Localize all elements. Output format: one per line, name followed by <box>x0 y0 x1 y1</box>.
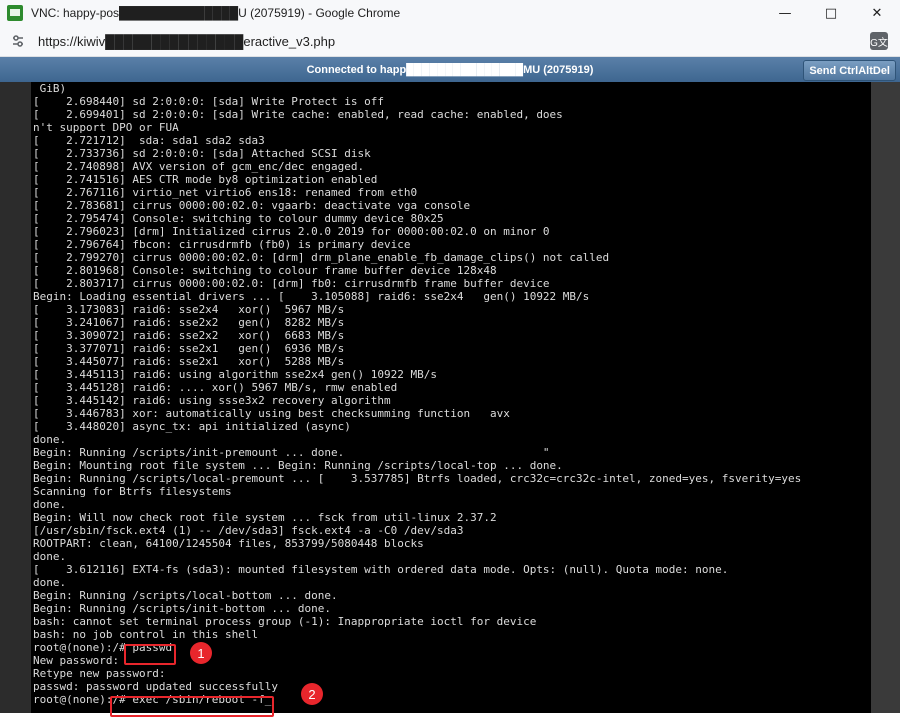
console-line: [ 3.446783] xor: automatically using bes… <box>33 407 510 420</box>
console-line: [ 3.445142] raid6: using ssse3x2 recover… <box>33 394 391 407</box>
callout-badge-1: 1 <box>190 642 212 664</box>
console-line: passwd: password updated successfully <box>33 680 279 693</box>
vnc-icon <box>7 5 23 21</box>
terminal-console[interactable]: GiB)[ 2.698440] sd 2:0:0:0: [sda] Write … <box>31 82 871 713</box>
console-line: Begin: Running /scripts/init-bottom ... … <box>33 602 332 615</box>
console-line: [ 2.799270] cirrus 0000:00:02.0: [drm] d… <box>33 251 610 264</box>
highlight-reboot-command <box>110 696 274 717</box>
close-button[interactable]: ✕ <box>854 0 900 26</box>
console-line: [ 3.377071] raid6: sse2x1 gen() 6936 MB/… <box>33 342 345 355</box>
console-line: Begin: Running /scripts/local-premount .… <box>33 472 802 485</box>
address-bar: https://kiwiv███████████████eractive_v3.… <box>0 26 900 57</box>
console-line: [ 2.803717] cirrus 0000:00:02.0: [drm] f… <box>33 277 550 290</box>
console-line: bash: no job control in this shell <box>33 628 259 641</box>
console-line: [ 3.173083] raid6: sse2x4 xor() 5967 MB/… <box>33 303 345 316</box>
send-ctrl-alt-del-button[interactable]: Send CtrlAltDel <box>803 60 896 81</box>
console-line: [ 2.699401] sd 2:0:0:0: [sda] Write cach… <box>33 108 563 121</box>
console-line: Begin: Will now check root file system .… <box>33 511 497 524</box>
console-line: Begin: Mounting root file system ... Beg… <box>33 459 563 472</box>
vnc-connection-status: Connected to happ███████████████MU (2075… <box>306 63 594 76</box>
console-line: [ 2.740898] AVX version of gcm_enc/dec e… <box>33 160 365 173</box>
console-line: [ 2.796023] [drm] Initialized cirrus 2.0… <box>33 225 550 238</box>
console-line: [ 2.698440] sd 2:0:0:0: [sda] Write Prot… <box>33 95 384 108</box>
console-line: [ 2.796764] fbcon: cirrusdrmfb (fb0) is … <box>33 238 411 251</box>
viewport-side-strip <box>871 82 900 713</box>
console-line: Begin: Running /scripts/init-premount ..… <box>33 446 550 459</box>
console-line: Retype new password: <box>33 667 166 680</box>
console-line: done. <box>33 576 67 589</box>
window-controls: — □ ✕ <box>762 0 900 26</box>
console-line: [ 2.741516] AES CTR mode by8 optimizatio… <box>33 173 378 186</box>
console-line: Begin: Loading essential drivers ... [ 3… <box>33 290 590 303</box>
translate-icon[interactable]: G文 <box>870 32 888 50</box>
console-line: ROOTPART: clean, 64100/1245504 files, 85… <box>33 537 424 550</box>
console-line: Scanning for Btrfs filesystems <box>33 485 232 498</box>
console-line: done. <box>33 550 67 563</box>
console-line: done. <box>33 433 67 446</box>
vnc-status-bar: Connected to happ███████████████MU (2075… <box>0 57 900 82</box>
window-title-bar: VNC: happy-pos██████████████U (2075919) … <box>0 0 900 26</box>
console-line: [ 3.241067] raid6: sse2x2 gen() 8282 MB/… <box>33 316 345 329</box>
highlight-passwd-command <box>124 644 176 665</box>
console-line: [ 2.795474] Console: switching to colour… <box>33 212 444 225</box>
console-line: [ 3.445128] raid6: .... xor() 5967 MB/s,… <box>33 381 398 394</box>
vnc-viewport[interactable]: GiB)[ 2.698440] sd 2:0:0:0: [sda] Write … <box>0 82 900 717</box>
console-line: [ 3.445077] raid6: sse2x1 xor() 5288 MB/… <box>33 355 345 368</box>
console-line: Begin: Running /scripts/local-bottom ...… <box>33 589 338 602</box>
console-line: [ 3.309072] raid6: sse2x2 xor() 6683 MB/… <box>33 329 345 342</box>
console-line: [ 2.733736] sd 2:0:0:0: [sda] Attached S… <box>33 147 371 160</box>
url-field[interactable]: https://kiwiv███████████████eractive_v3.… <box>38 34 335 49</box>
console-line: [ 2.801968] Console: switching to colour… <box>33 264 497 277</box>
console-line: bash: cannot set terminal process group … <box>33 615 537 628</box>
callout-badge-2: 2 <box>301 683 323 705</box>
console-line: n't support DPO or FUA <box>33 121 179 134</box>
console-line: GiB) <box>33 82 67 95</box>
maximize-button[interactable]: □ <box>808 0 854 26</box>
console-line: [ 2.767116] virtio_net virtio6 ens18: re… <box>33 186 418 199</box>
minimize-button[interactable]: — <box>762 0 808 26</box>
console-line: [ 3.445113] raid6: using algorithm sse2x… <box>33 368 437 381</box>
console-line: [ 2.783681] cirrus 0000:00:02.0: vgaarb:… <box>33 199 471 212</box>
console-line: done. <box>33 498 67 511</box>
window-title: VNC: happy-pos██████████████U (2075919) … <box>31 6 401 20</box>
console-line: [/usr/sbin/fsck.ext4 (1) -- /dev/sda3] f… <box>33 524 464 537</box>
console-line: [ 2.721712] sda: sda1 sda2 sda3 <box>33 134 265 147</box>
console-line: [ 3.448020] async_tx: api initialized (a… <box>33 420 351 433</box>
console-line: [ 3.612116] EXT4-fs (sda3): mounted file… <box>33 563 729 576</box>
site-settings-icon[interactable] <box>10 33 26 49</box>
